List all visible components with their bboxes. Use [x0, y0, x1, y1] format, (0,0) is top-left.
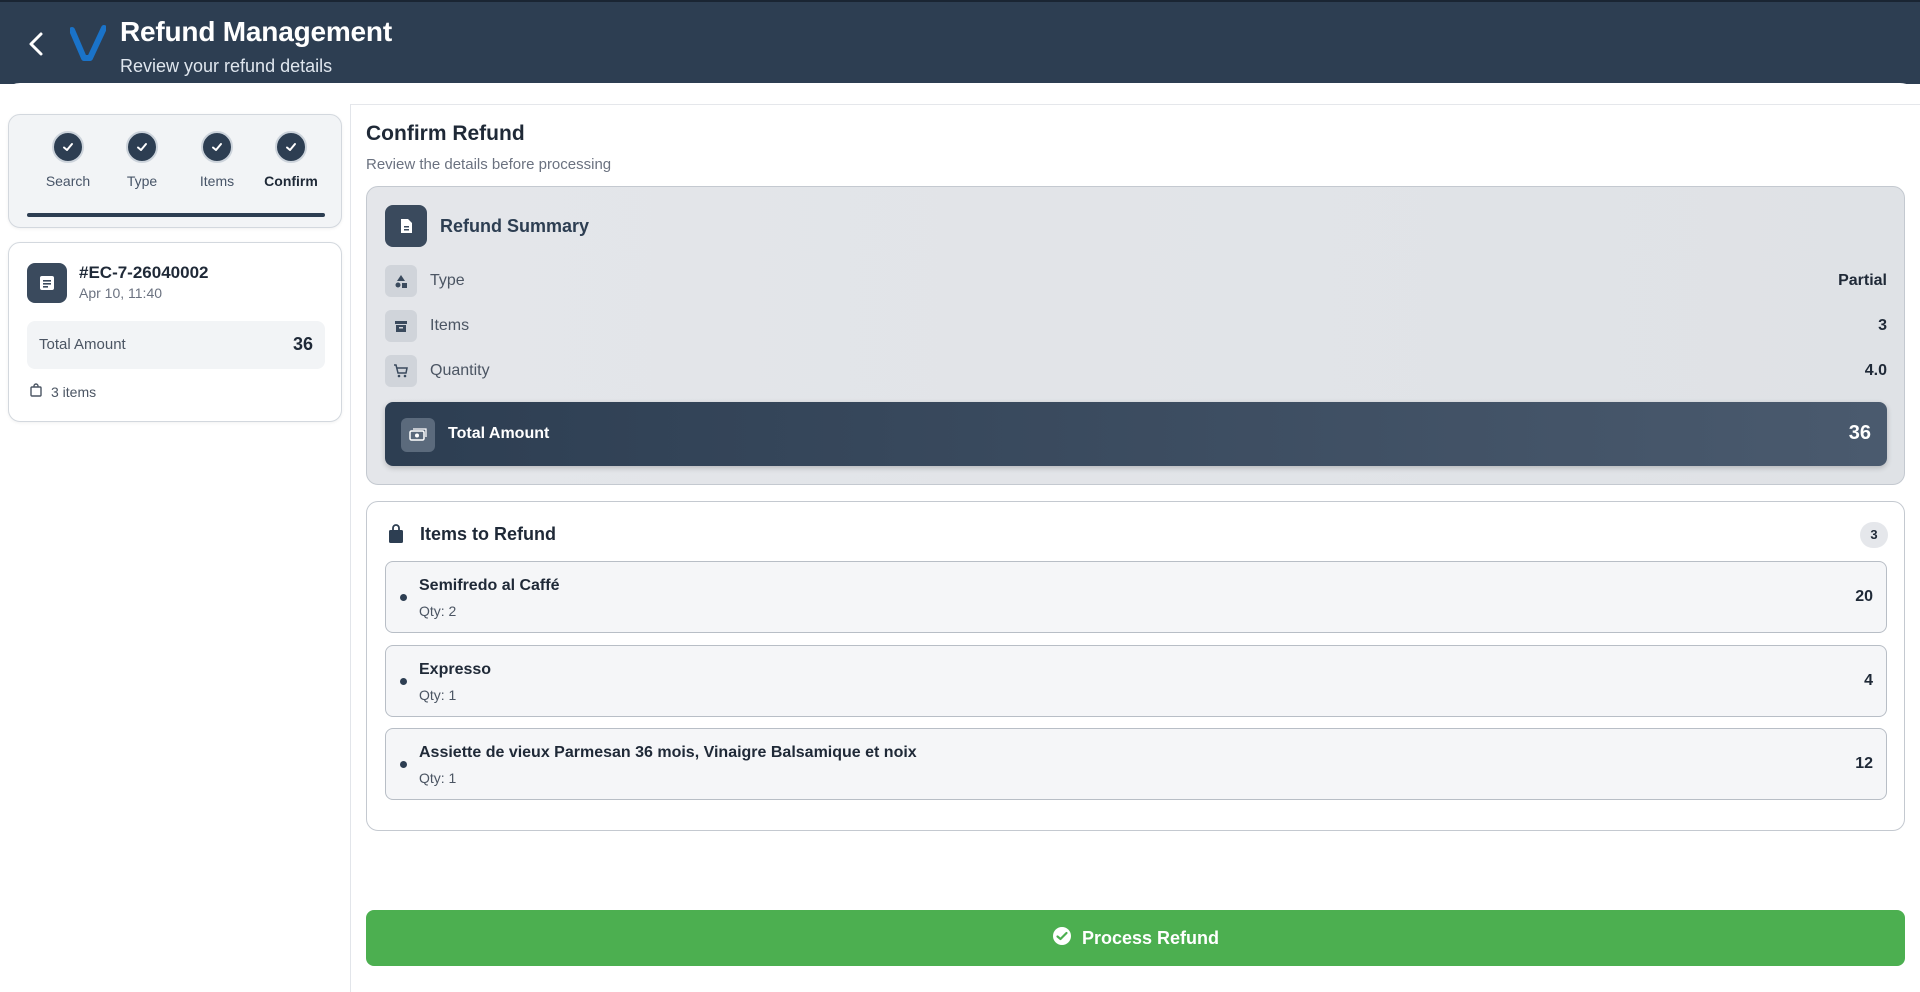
bullet-icon [400, 761, 407, 768]
step-search[interactable]: Search [31, 131, 105, 189]
page-subtitle: Review your refund details [120, 56, 333, 76]
confirm-title: Confirm Refund [366, 122, 525, 145]
refund-item-row: Semifredo al Caffé Qty: 2 20 [385, 561, 1887, 633]
summary-title: Refund Summary [440, 216, 590, 236]
step-label: Confirm [264, 173, 318, 189]
items-count-badge: 3 [1860, 522, 1888, 548]
order-items-text: 3 items [51, 383, 97, 400]
step-label: Type [126, 173, 158, 189]
sidebar: Search Type Items Confirm #EC-7-26040002 [0, 104, 351, 992]
refund-summary-card: Refund Summary Type Partial Items 3 Quan… [366, 186, 1905, 485]
order-items-count: 3 items [29, 383, 96, 400]
item-price: 12 [1855, 755, 1873, 772]
refund-item-row: Expresso Qty: 1 4 [385, 645, 1887, 717]
summary-row-quantity: Quantity 4.0 [385, 355, 1887, 387]
progress-stepper: Search Type Items Confirm [8, 114, 342, 228]
order-id: #EC-7-26040002 [79, 263, 209, 282]
shopping-bag-icon [387, 524, 405, 549]
app-header: Refund Management Review your refund det… [0, 0, 1920, 84]
item-qty: Qty: 1 [419, 770, 457, 786]
back-arrow-icon[interactable] [24, 28, 48, 60]
order-card: #EC-7-26040002 Apr 10, 11:40 Total Amoun… [8, 242, 342, 422]
summary-row-value: Partial [1838, 272, 1887, 289]
receipt-icon [27, 263, 67, 303]
step-confirm[interactable]: Confirm [254, 131, 328, 189]
item-name: Expresso [419, 661, 492, 678]
confirm-subtitle: Review the details before processing [366, 156, 612, 173]
check-icon [275, 131, 307, 163]
refund-item-row: Assiette de vieux Parmesan 36 mois, Vina… [385, 728, 1887, 800]
summary-row-label: Quantity [430, 362, 490, 379]
check-icon [52, 131, 84, 163]
summary-total-bar: Total Amount 36 [385, 402, 1887, 466]
item-qty: Qty: 1 [419, 687, 457, 703]
step-label: Items [199, 173, 235, 189]
step-type[interactable]: Type [105, 131, 179, 189]
process-refund-button[interactable]: Process Refund [366, 910, 1905, 966]
header-divider [0, 83, 1920, 105]
item-qty: Qty: 2 [419, 603, 457, 619]
check-circle-icon [1052, 926, 1072, 951]
page-title: Refund Management [120, 16, 392, 47]
item-price: 4 [1864, 672, 1873, 689]
step-items[interactable]: Items [180, 131, 254, 189]
app-logo [69, 24, 107, 62]
summary-total-label: Total Amount [448, 425, 550, 442]
summary-row-items: Items 3 [385, 310, 1887, 342]
check-icon [201, 131, 233, 163]
summary-row-label: Type [430, 272, 465, 289]
cart-icon [385, 355, 417, 387]
bag-icon [29, 383, 43, 400]
bullet-icon [400, 594, 407, 601]
progress-bar [27, 213, 325, 217]
summary-row-label: Items [430, 317, 470, 334]
process-refund-label: Process Refund [1081, 927, 1220, 948]
document-icon [385, 205, 427, 247]
items-to-refund-card: Items to Refund 3 Semifredo al Caffé Qty… [366, 501, 1905, 831]
archive-icon [385, 310, 417, 342]
item-name: Semifredo al Caffé [419, 577, 560, 594]
item-name: Assiette de vieux Parmesan 36 mois, Vina… [419, 744, 917, 761]
step-label: Search [45, 173, 91, 189]
item-price: 20 [1855, 588, 1873, 605]
check-icon [126, 131, 158, 163]
order-total-value: 36 [292, 334, 313, 354]
summary-total-value: 36 [1848, 422, 1871, 444]
order-date: Apr 10, 11:40 [79, 285, 163, 301]
order-total-label: Total Amount [39, 336, 126, 353]
summary-row-value: 3 [1878, 317, 1887, 334]
summary-row-type: Type Partial [385, 265, 1887, 297]
money-icon [401, 418, 435, 452]
order-total-box: Total Amount 36 [27, 321, 325, 369]
shapes-icon [385, 265, 417, 297]
summary-row-value: 4.0 [1864, 362, 1887, 379]
bullet-icon [400, 678, 407, 685]
items-title: Items to Refund [420, 524, 557, 544]
